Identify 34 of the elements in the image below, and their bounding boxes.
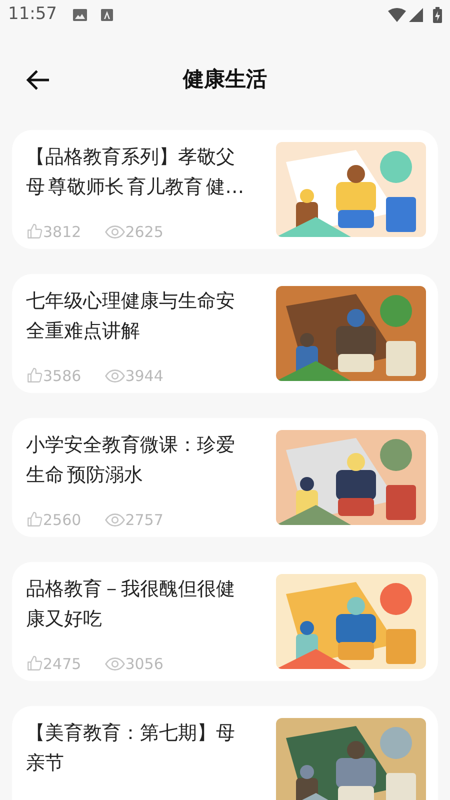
eye-icon — [105, 224, 126, 239]
article-card[interactable]: 【品格教育系列】孝敬父母 尊敬师长 育儿教育 健… 3812 2625 — [12, 130, 438, 249]
eye-icon — [105, 368, 126, 383]
article-title: 品格教育－我很醜但很健康又好吃 — [26, 577, 236, 632]
eye-icon — [105, 512, 126, 527]
image-icon — [73, 9, 87, 21]
status-time: 11:57 — [8, 3, 57, 26]
article-card[interactable]: 七年级心理健康与生命安全重难点讲解 3586 3944 — [12, 274, 438, 393]
like-count: 2560 — [43, 510, 82, 530]
article-title: 七年级心理健康与生命安全重难点讲解 — [26, 289, 236, 344]
view-count: 2757 — [125, 510, 164, 530]
article-title: 【美育教育：第七期】母亲节 — [26, 721, 236, 776]
eye-icon — [105, 656, 126, 671]
wifi-icon — [388, 8, 406, 22]
thumbs-up-icon — [26, 223, 43, 240]
like-count: 3812 — [43, 222, 82, 242]
like-count: 2475 — [43, 654, 82, 674]
like-count: 3586 — [43, 366, 82, 386]
view-count: 3056 — [125, 654, 164, 674]
thumbs-up-icon — [26, 511, 43, 528]
article-card[interactable]: 小学安全教育微课：珍爱生命 预防溺水 2560 2757 — [12, 418, 438, 537]
view-count: 3944 — [125, 366, 164, 386]
view-count: 2625 — [125, 222, 164, 242]
article-title: 小学安全教育微课：珍爱生命 预防溺水 — [26, 433, 236, 488]
back-arrow-icon — [26, 70, 50, 90]
text-icon — [101, 9, 113, 21]
article-card[interactable]: 品格教育－我很醜但很健康又好吃 2475 3056 — [12, 562, 438, 681]
signal-icon — [409, 8, 423, 22]
thumbs-up-icon — [26, 655, 43, 672]
page-title: 健康生活 — [183, 66, 267, 94]
article-card[interactable]: 【美育教育：第七期】母亲节 — [12, 706, 438, 800]
article-title: 【品格教育系列】孝敬父母 尊敬师长 育儿教育 健… — [26, 145, 246, 200]
battery-icon — [433, 7, 442, 23]
thumbs-up-icon — [26, 367, 43, 384]
